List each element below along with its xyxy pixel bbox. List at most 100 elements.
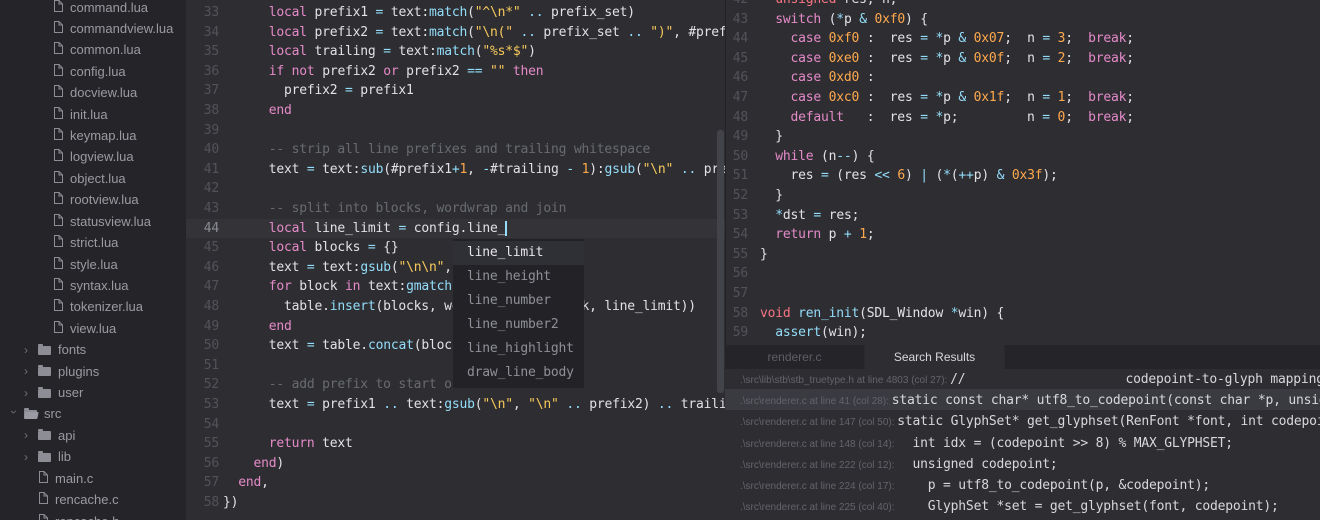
code-line[interactable]: 47 case 0xc0 : res = *p & 0x1f; n = 1; b…: [726, 88, 1320, 108]
autocomplete-item[interactable]: line_limit: [453, 241, 584, 265]
result-text: unsigned codepoint;: [897, 456, 1058, 472]
autocomplete-item[interactable]: line_number: [453, 289, 584, 313]
tree-item-style-lua[interactable]: style.lua: [0, 253, 186, 275]
code-text: switch (*p & 0xf0) {: [775, 11, 928, 27]
code-line[interactable]: 44 case 0xf0 : res = *p & 0x07; n = 3; b…: [726, 29, 1320, 49]
code-line[interactable]: 52 }: [726, 186, 1320, 206]
tree-item-lib[interactable]: › lib: [0, 446, 186, 468]
search-result-row[interactable]: .\src\renderer.c at line 224 (col 17): p…: [725, 474, 1320, 495]
scrollbar-thumb[interactable]: [717, 130, 724, 393]
search-result-row[interactable]: .\src\lib\stb\stb_truetype.h at line 480…: [725, 368, 1320, 389]
tab-search-results[interactable]: Search Results: [865, 345, 1005, 369]
line-number: 36: [203, 63, 219, 79]
code-line[interactable]: 46 case 0xd0 :: [726, 68, 1320, 88]
search-result-row[interactable]: .\src\renderer.c at line 147 (col 50): s…: [725, 410, 1320, 431]
tree-item-logview-lua[interactable]: logview.lua: [0, 146, 186, 168]
code-line[interactable]: 57 end,: [186, 473, 725, 493]
bottom-panel: renderer.c Search Results .\src\lib\stb\…: [725, 345, 1320, 520]
tab-renderer-c[interactable]: renderer.c: [725, 345, 865, 369]
code-line[interactable]: 41 text = text:sub(#prefix1+1, -#trailin…: [186, 160, 725, 180]
tree-item-syntax-lua[interactable]: syntax.lua: [0, 274, 186, 296]
tree-item-object-lua[interactable]: object.lua: [0, 167, 186, 189]
code-line[interactable]: 43 switch (*p & 0xf0) {: [726, 10, 1320, 30]
search-result-row[interactable]: .\src\renderer.c at line 222 (col 12): u…: [725, 453, 1320, 474]
code-line[interactable]: 43 -- split into blocks, wordwrap and jo…: [186, 199, 725, 219]
code-line[interactable]: 45 case 0xe0 : res = *p & 0x0f; n = 2; b…: [726, 49, 1320, 69]
line-number: 46: [732, 70, 748, 86]
chevron-down-icon: ›: [7, 409, 22, 414]
code-line[interactable]: 36 if not prefix2 or prefix2 == "" then: [186, 62, 725, 82]
line-number: 52: [203, 377, 219, 393]
code-line[interactable]: 53 text = prefix1 .. text:gsub("\n", "\n…: [186, 395, 725, 415]
tree-item-statusview-lua[interactable]: statusview.lua: [0, 210, 186, 232]
code-text: -- split into blocks, wordwrap and join: [223, 201, 567, 216]
code-text: }: [760, 129, 783, 145]
code-line[interactable]: 33 local prefix1 = text:match("^\n*" .. …: [186, 3, 725, 23]
tree-item-user[interactable]: › user: [0, 382, 186, 404]
code-line[interactable]: 56: [726, 264, 1320, 284]
tree-item-api[interactable]: › api: [0, 424, 186, 446]
code-line[interactable]: 54 return p + 1;: [726, 225, 1320, 245]
code-line[interactable]: 42: [186, 179, 725, 199]
code-line[interactable]: 55}: [726, 245, 1320, 265]
code-line[interactable]: 56 end): [186, 454, 725, 474]
code-line[interactable]: 49 }: [726, 127, 1320, 147]
code-line[interactable]: 35 local trailing = text:match("%s*$"): [186, 42, 725, 62]
autocomplete-item[interactable]: line_number2: [453, 313, 584, 337]
tree-item-view-lua[interactable]: view.lua: [0, 317, 186, 339]
code-text: res = (res << 6) | (*(++p) & 0x3f);: [760, 168, 1058, 184]
autocomplete-item[interactable]: line_highlight: [453, 337, 584, 361]
code-line[interactable]: 40 -- strip all line prefixes and traili…: [186, 140, 725, 160]
code-line[interactable]: 57: [726, 284, 1320, 304]
search-result-row[interactable]: .\src\renderer.c at line 148 (col 14): i…: [725, 432, 1320, 453]
tree-item-rencache-c[interactable]: rencache.c: [0, 489, 186, 511]
tree-item-command-lua[interactable]: command.lua: [0, 0, 186, 18]
autocomplete-item[interactable]: line_height: [453, 265, 584, 289]
tree-item-rencache-h[interactable]: rencache.h: [0, 510, 186, 520]
tree-item-common-lua[interactable]: common.lua: [0, 39, 186, 61]
code-line[interactable]: 58 void ren_init(SDL_Window *win) {: [726, 304, 1320, 324]
code-line[interactable]: 39: [186, 121, 725, 141]
code-line[interactable]: 59 assert(win);: [726, 323, 1320, 343]
tree-item-strict-lua[interactable]: strict.lua: [0, 232, 186, 254]
code-line[interactable]: 37 prefix2 = prefix1: [186, 81, 725, 101]
search-result-row[interactable]: .\src\renderer.c at line 225 (col 40): G…: [725, 495, 1320, 516]
search-result-row[interactable]: .\src\renderer.c at line 41 (col 28): st…: [725, 389, 1320, 411]
code-text: case 0xd0 :: [790, 70, 875, 86]
chevron-right-icon: ›: [24, 385, 28, 400]
tree-item-label: object.lua: [70, 170, 126, 186]
code-line[interactable]: 42 unsigned res, n;: [726, 0, 1320, 10]
line-number: 51: [203, 357, 219, 373]
code-line[interactable]: 51 res = (res << 6) | (*(++p) & 0x3f);: [726, 166, 1320, 186]
code-line[interactable]: 58}): [186, 493, 725, 513]
autocomplete-item[interactable]: draw_line_body: [453, 361, 584, 385]
tree-item-plugins[interactable]: › plugins: [0, 360, 186, 382]
search-result-row[interactable]: .\src\renderer.c at line 226 (col 29): s…: [725, 516, 1320, 520]
tree-item-commandview-lua[interactable]: commandview.lua: [0, 17, 186, 39]
code-line[interactable]: 53 *dst = res;: [726, 206, 1320, 226]
code-line[interactable]: 34 local prefix2 = text:match("\n(" .. p…: [186, 23, 725, 43]
chevron-right-icon: ›: [24, 342, 28, 357]
tree-item-label: init.lua: [70, 106, 108, 122]
code-line[interactable]: 38 end: [186, 101, 725, 121]
tree-item-label: rencache.h: [55, 514, 119, 520]
code-line[interactable]: 48 default : res = *p; n = 0; break;: [726, 108, 1320, 128]
result-text: static const char* utf8_to_codepoint(con…: [891, 393, 1320, 409]
code-line[interactable]: 55 return text: [186, 434, 725, 454]
tree-item-docview-lua[interactable]: docview.lua: [0, 82, 186, 104]
code-line[interactable]: 44 local line_limit = config.line_: [186, 219, 725, 239]
code-line[interactable]: 54: [186, 415, 725, 435]
tree-item-init-lua[interactable]: init.lua: [0, 103, 186, 125]
tree-item-config-lua[interactable]: config.lua: [0, 60, 186, 82]
tree-item-keymap-lua[interactable]: keymap.lua: [0, 125, 186, 147]
tree-item-tokenizer-lua[interactable]: tokenizer.lua: [0, 296, 186, 318]
tree-item-rootview-lua[interactable]: rootview.lua: [0, 189, 186, 211]
file-icon: [53, 256, 63, 272]
tree-item-src[interactable]: › src: [0, 403, 186, 425]
line-number: 56: [203, 455, 219, 471]
tree-item-fonts[interactable]: › fonts: [0, 339, 186, 361]
line-number: 39: [203, 122, 219, 138]
tree-item-label: rencache.c: [55, 492, 119, 508]
code-line[interactable]: 50 while (n--) {: [726, 147, 1320, 167]
tree-item-main-c[interactable]: main.c: [0, 467, 186, 489]
